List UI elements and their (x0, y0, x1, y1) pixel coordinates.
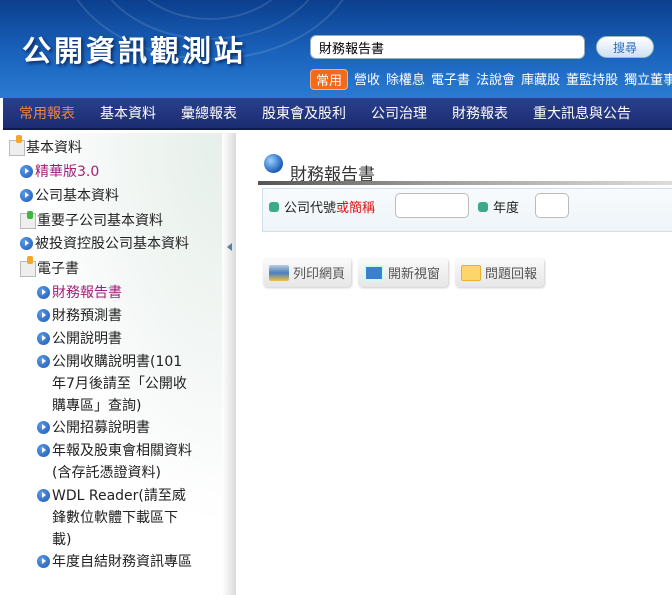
bullet-icon (37, 489, 50, 502)
quick-tag: 常用 (310, 69, 349, 90)
printer-icon (269, 264, 289, 281)
nav-item[interactable]: 股東會及股利 (262, 103, 346, 123)
sidebar-item-premium[interactable]: 精華版3.0 (20, 161, 99, 183)
arrow-icon (269, 201, 279, 212)
folder-icon (9, 135, 25, 156)
bullet-icon (37, 421, 50, 434)
sidebar-item-selfstmt[interactable]: 年度自結財務資訊專區 (37, 551, 192, 573)
search-button[interactable]: 搜尋 (596, 36, 654, 58)
mail-icon (461, 264, 481, 281)
query-form: 公司代號 或簡稱 年度 (262, 188, 672, 232)
new-window-button[interactable]: 開新視窗 (358, 258, 448, 287)
nav-item[interactable]: 基本資料 (100, 103, 156, 123)
bullet-icon (37, 332, 50, 345)
quick-link[interactable]: 電子書 (431, 69, 470, 90)
bullet-icon (20, 237, 33, 250)
feedback-button[interactable]: 問題回報 (455, 258, 544, 287)
quick-link[interactable]: 獨立董事 (624, 69, 672, 90)
nav-item[interactable]: 常用報表 (19, 103, 75, 123)
sidebar-item-company-basic[interactable]: 公司基本資料 (20, 185, 119, 207)
sidebar-item-offering[interactable]: 公開招募說明書 (37, 417, 150, 439)
sidebar-item-prospectus[interactable]: 公開說明書 (37, 328, 122, 350)
folder-icon (20, 211, 36, 229)
checkbox-icon (364, 264, 384, 281)
globe-icon (264, 154, 283, 173)
sidebar-item-acquisition[interactable]: 公開收購說明書(101年7月後請至「公開收購專區」查詢) (37, 351, 192, 417)
nav-item[interactable]: 財務報表 (452, 103, 508, 123)
sidebar-item-financial-report[interactable]: 財務報告書 (37, 282, 122, 304)
bullet-icon (37, 555, 50, 568)
nav-item[interactable]: 重大訊息與公告 (533, 103, 631, 123)
year-label: 年度 (478, 197, 519, 216)
quick-link[interactable]: 營收 (354, 69, 380, 90)
year-input[interactable] (535, 193, 569, 218)
folder-icon (20, 256, 36, 277)
bullet-icon (37, 309, 50, 322)
company-label: 公司代號 或簡稱 (269, 197, 375, 216)
site-header: 公開資訊觀測站 搜尋 常用 營收 除權息 電子書 法說會 庫藏股 董監持股 獨立… (0, 0, 672, 98)
sidebar-folder-subsidiary[interactable]: 重要子公司基本資料 (20, 210, 163, 232)
search-input[interactable] (310, 35, 585, 59)
main-nav: 常用報表 基本資料 彙總報表 股東會及股利 公司治理 財務報表 重大訊息與公告 (3, 98, 672, 130)
arrow-icon (478, 201, 488, 212)
sidebar: 基本資料 精華版3.0 公司基本資料 重要子公司基本資料 被投資控股公司基本資料… (0, 133, 222, 595)
print-button[interactable]: 列印網頁 (263, 258, 351, 287)
bullet-icon (20, 165, 33, 178)
quick-links: 常用 營收 除權息 電子書 法說會 庫藏股 董監持股 獨立董事 (310, 69, 672, 90)
sidebar-folder-basic[interactable]: 基本資料 (9, 135, 82, 159)
bullet-icon (37, 355, 50, 368)
company-code-input[interactable] (395, 193, 469, 218)
sidebar-toggle[interactable] (222, 133, 236, 595)
sidebar-item-annual[interactable]: 年報及股東會相關資料(含存託憑證資料) (37, 440, 192, 484)
bullet-icon (37, 286, 50, 299)
sidebar-item-wdl[interactable]: WDL Reader(請至威鋒數位軟體下載區下載) (37, 485, 192, 551)
quick-link[interactable]: 庫藏股 (521, 69, 560, 90)
quick-link[interactable]: 法說會 (476, 69, 515, 90)
sidebar-item-forecast[interactable]: 財務預測書 (37, 305, 122, 327)
sidebar-folder-ebook[interactable]: 電子書 (20, 256, 79, 280)
title-underline (258, 181, 672, 185)
collapse-arrow-icon[interactable] (227, 243, 232, 251)
nav-item[interactable]: 彙總報表 (181, 103, 237, 123)
bullet-icon (20, 189, 33, 202)
sidebar-item-invested[interactable]: 被投資控股公司基本資料 (20, 233, 189, 255)
quick-link[interactable]: 除權息 (386, 69, 425, 90)
nav-item[interactable]: 公司治理 (371, 103, 427, 123)
site-logo[interactable]: 公開資訊觀測站 (22, 28, 246, 70)
bullet-icon (37, 444, 50, 457)
quick-link[interactable]: 董監持股 (566, 69, 618, 90)
